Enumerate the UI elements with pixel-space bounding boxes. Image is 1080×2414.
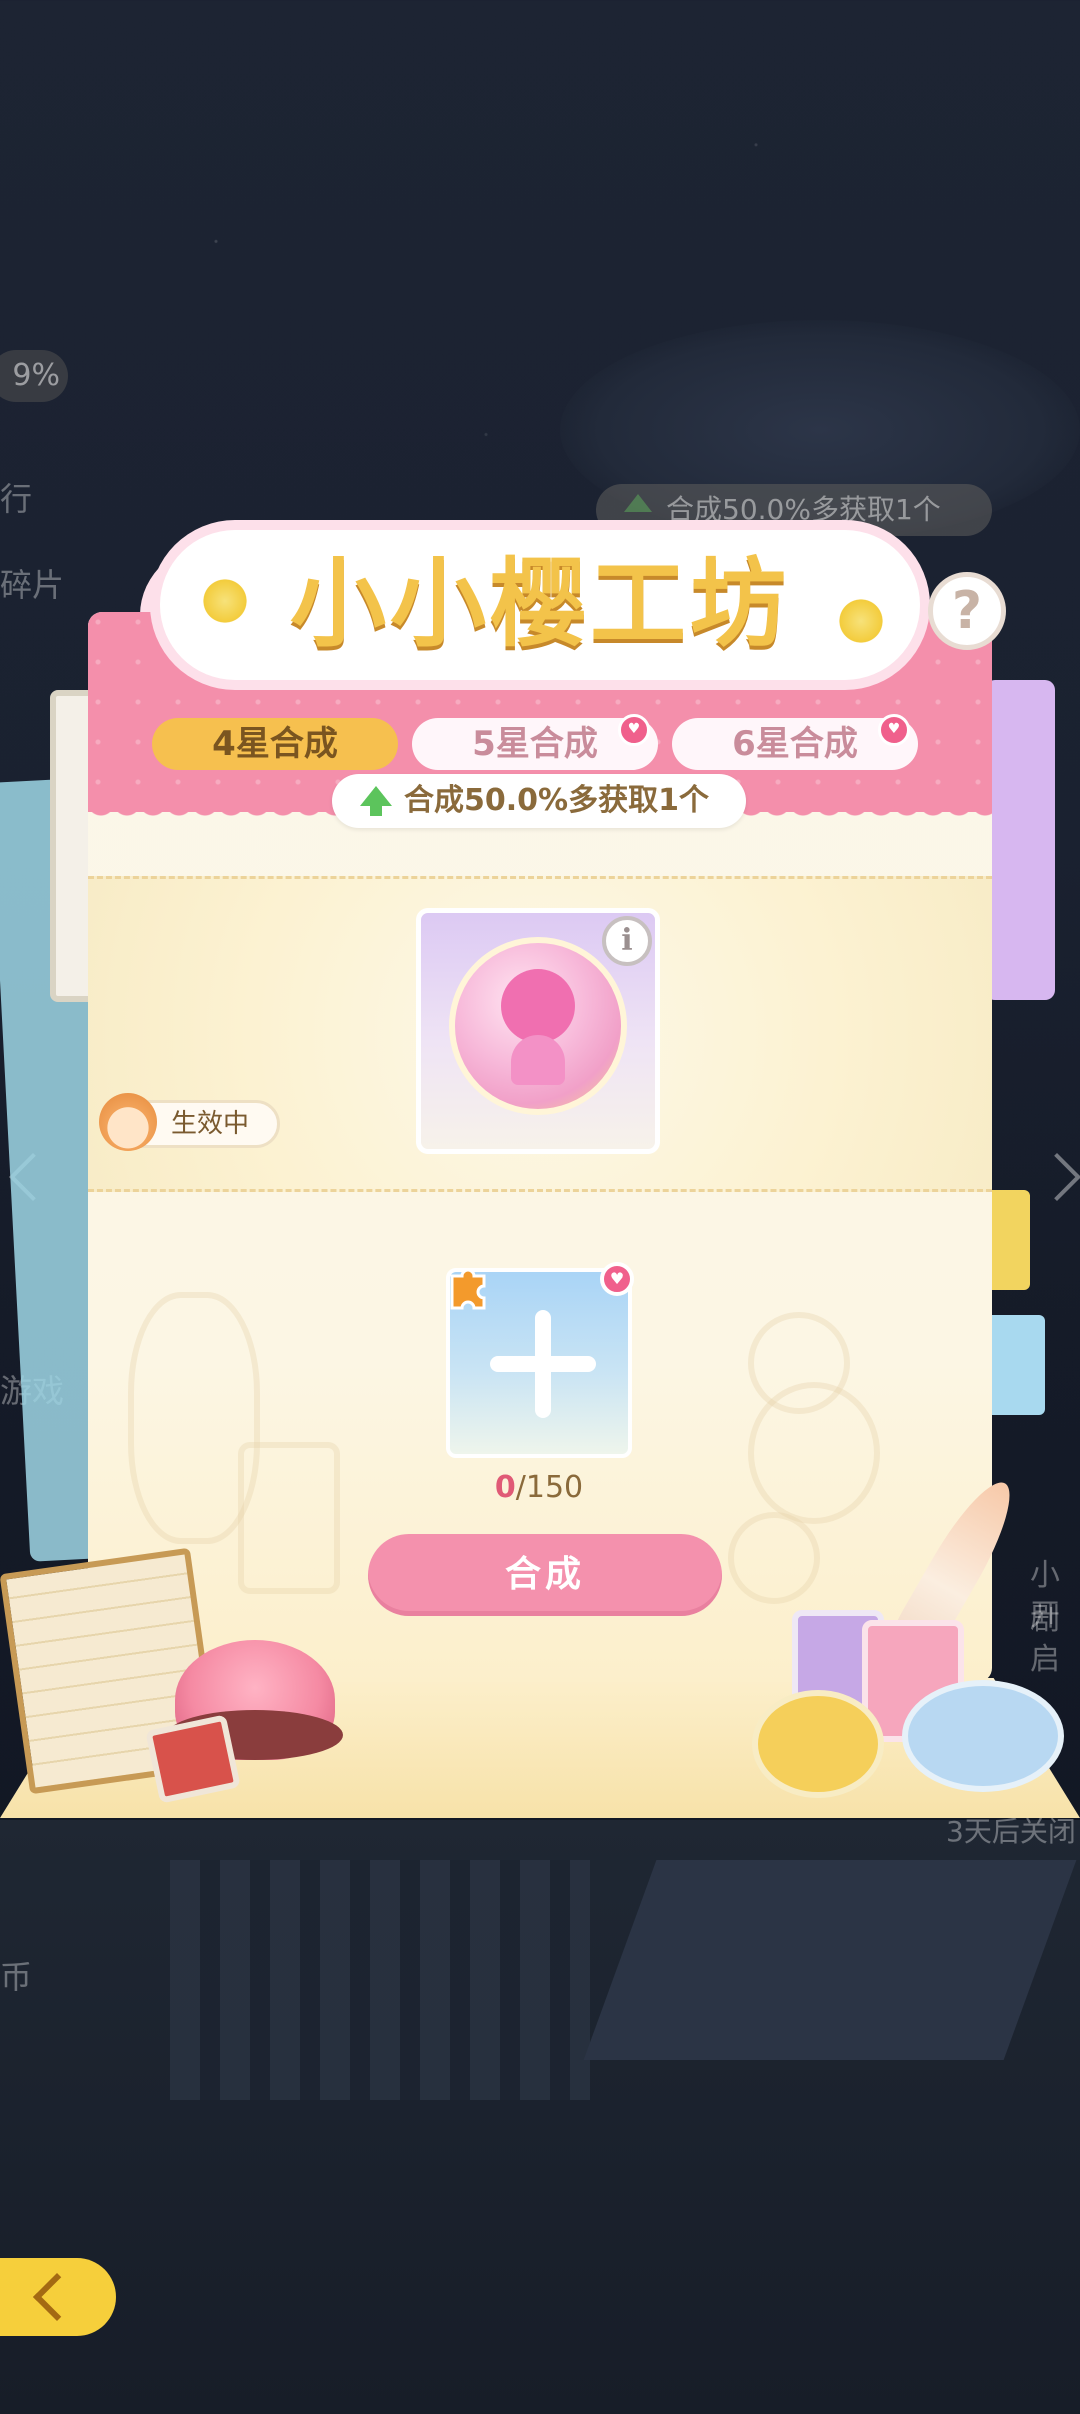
help-icon[interactable]: ? — [928, 572, 1006, 650]
background-bonus-text: 合成50.0%多获取1个 — [666, 493, 941, 526]
decor-paper-lightblue — [985, 1315, 1045, 1415]
tab-bar: 4星合成 5星合成 ♥ 6星合成 ♥ — [152, 714, 932, 770]
spools-prop — [752, 1610, 1064, 1798]
building-windows — [170, 1860, 590, 2100]
combine-button[interactable]: 合成 — [368, 1534, 722, 1616]
combine-button-label: 合成 — [504, 1554, 585, 1595]
background-text-1: 行 — [0, 480, 33, 518]
heart-icon: ♥ — [878, 714, 910, 746]
heart-icon: ♥ — [600, 1262, 634, 1296]
back-button[interactable] — [0, 2258, 116, 2336]
yellow-ribbon — [752, 1690, 884, 1798]
decor-paper-purple — [985, 680, 1055, 1000]
page-title: 小小樱工坊 — [290, 548, 790, 660]
status-badge: 生效中 — [99, 1093, 280, 1151]
background-text-4: 币 — [0, 1958, 33, 1996]
background-bonus-hint: 合成50.0%多获取1个 — [596, 484, 992, 536]
hairstyle-orb-icon — [449, 937, 627, 1115]
yarn-ball-icon — [748, 1382, 880, 1524]
help-label: ? — [951, 581, 983, 641]
tab-4-star-label: 4星合成 — [212, 724, 338, 764]
material-count-need: /150 — [515, 1470, 584, 1505]
tab-6-star-label: 6星合成 — [732, 724, 858, 764]
up-arrow-icon — [624, 494, 652, 512]
info-label: i — [621, 923, 633, 958]
background-percent-text: 9% — [12, 358, 60, 393]
bonus-text: 合成50.0%多获取1个 — [404, 783, 709, 818]
up-arrow-icon — [360, 786, 392, 816]
background-building — [0, 1820, 1080, 2414]
material-count-have: 0 — [494, 1470, 516, 1505]
material-count: 0/150 — [446, 1470, 632, 1510]
info-icon[interactable]: i — [602, 916, 652, 966]
blue-tape — [902, 1680, 1064, 1792]
bonus-pill: 合成50.0%多获取1个 — [332, 774, 746, 828]
building-roof — [583, 1860, 1077, 2060]
avatar — [99, 1093, 157, 1151]
status-badge-label: 生效中 — [171, 1109, 250, 1139]
back-arrow-icon — [32, 2272, 82, 2322]
thread-card-icon — [238, 1442, 340, 1594]
plus-icon-vertical — [535, 1310, 551, 1418]
tab-5-star[interactable]: 5星合成 ♥ — [412, 714, 658, 770]
puzzle-piece-icon — [450, 1268, 486, 1310]
tab-5-star-label: 5星合成 — [472, 724, 598, 764]
tab-4-star[interactable]: 4星合成 — [152, 718, 398, 770]
workshop-panel: 4星合成 5星合成 ♥ 6星合成 ♥ 合成50.0%多获取1个 i 生效中 ♥ — [88, 612, 992, 1682]
tab-6-star[interactable]: 6星合成 ♥ — [672, 714, 918, 770]
heart-icon: ♥ — [618, 714, 650, 746]
background-percent-pill: 9% — [0, 350, 68, 402]
background-text-2: 碎片 — [0, 566, 65, 604]
button-icon — [728, 1512, 820, 1604]
